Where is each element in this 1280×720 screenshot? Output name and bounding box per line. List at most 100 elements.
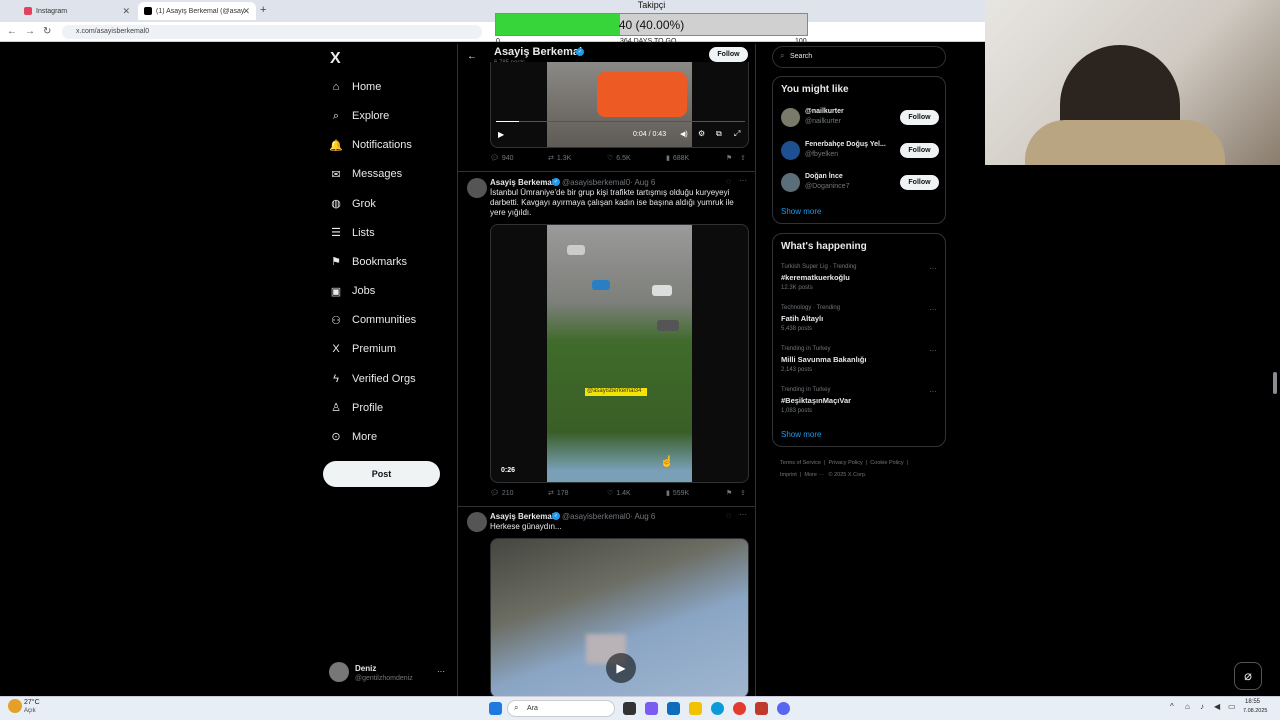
suggestion-row[interactable]: Fenerbahçe Doğuş Yel... @fbyelken Follow [781,140,939,162]
grok-float-button[interactable]: ⌀ [1234,662,1262,690]
more-icon[interactable]: ··· [929,387,937,396]
forward-icon[interactable]: → [25,26,35,37]
back-icon[interactable]: ← [7,26,17,37]
copilot-icon[interactable] [645,702,658,715]
tray-chevron-icon[interactable]: ^ [1170,702,1174,711]
reply-button[interactable]: 💬︎ 940 [490,154,514,163]
footer-link[interactable]: Cookie Policy [870,460,903,466]
back-arrow-icon[interactable]: ← [467,51,477,62]
trend-item[interactable]: Trending in Turkey #BeşiktaşınMaçıVar 1,08… [781,387,941,421]
outlook-icon[interactable] [667,702,680,715]
tab-x[interactable]: (1) Asayiş Berkemal (@asayisbe ✕ [138,2,256,20]
views-button[interactable]: ▮ 688K [666,154,689,163]
nav-item-messages[interactable]: ✉ Messages [329,163,402,185]
video-player[interactable]: ▶ 0:04 / 0:43 ◀) ⚙ ⧉ ⤢ [490,62,749,148]
mic-icon[interactable]: ♪ [1200,702,1204,711]
more-icon[interactable]: ··· [437,667,445,676]
nav-item-home[interactable]: ⌂ Home [329,76,382,98]
nav-item-premium[interactable]: X Premium [329,338,396,360]
network-icon[interactable]: ⌂ [1185,702,1190,711]
app-icon[interactable] [755,702,768,715]
task-view-icon[interactable] [623,702,636,715]
nav-item-lists[interactable]: ☰ Lists [329,222,375,244]
scrollbar-thumb[interactable] [1273,372,1277,394]
follow-button[interactable]: Follow [900,143,939,158]
play-icon[interactable]: ▶ [498,130,504,139]
trend-item[interactable]: Technology · Trending Fatih Altaylı 5,438 … [781,305,941,339]
video-player[interactable]: ▶ [490,538,749,696]
bookmark-icon[interactable]: ⚑ [726,154,732,162]
show-more-link[interactable]: Show more [781,430,821,439]
like-button[interactable]: ♡ 1.4K [607,489,631,498]
battery-icon[interactable]: ▭ [1228,702,1236,711]
tweet-date[interactable]: · Aug 6 [630,512,655,521]
chrome-icon[interactable] [733,702,746,715]
clock-time[interactable]: 18:55 [1245,699,1260,705]
reload-icon[interactable]: ↻ [43,26,51,37]
share-icon[interactable]: ⇪ [740,489,746,497]
grok-icon[interactable]: ◌ [726,177,731,186]
nav-item-more[interactable]: ⊙ More [329,426,377,448]
search-input[interactable]: ⌕ Search [772,46,946,68]
nav-item-grok[interactable]: ◍ Grok [329,193,376,215]
share-icon[interactable]: ⇪ [740,154,746,162]
more-icon[interactable]: ··· [929,264,937,273]
close-icon[interactable]: ✕ [242,6,250,17]
video-progress-track[interactable] [496,121,745,122]
tab-instagram[interactable]: Instagram ✕ [18,2,136,20]
avatar[interactable] [467,178,487,198]
nav-item-bookmarks[interactable]: ⚑ Bookmarks [329,251,407,273]
repost-button[interactable]: ⇄ 1.3K [548,154,571,163]
close-icon[interactable]: ✕ [122,6,130,17]
account-switcher[interactable]: Deniz @gentilzhomdeniz ··· [329,662,449,690]
follow-button[interactable]: Follow [900,175,939,190]
follow-button[interactable]: Follow [900,110,939,125]
nav-item-profile[interactable]: ♙ Profile [329,397,383,419]
grok-icon[interactable]: ◌ [726,511,731,520]
post-button[interactable]: Post [323,461,440,487]
x-logo-icon[interactable]: X [330,50,341,68]
windows-start-icon[interactable] [489,702,502,715]
edge-icon[interactable] [711,702,724,715]
more-icon[interactable]: ··· [929,305,937,314]
tweet-date[interactable]: · Aug 6 [630,178,655,187]
tweet-author-name[interactable]: Asayiş Berkemal [490,178,554,187]
reply-button[interactable]: 💬︎ 210 [490,489,514,498]
show-more-link[interactable]: Show more [781,207,821,216]
video-player[interactable]: @asayisberkemal34 0:26 ☝ [490,224,749,483]
follow-button[interactable]: Follow [709,47,748,62]
play-icon[interactable]: ▶ [606,653,636,683]
nav-item-notifications[interactable]: 🔔 Notifications [329,134,412,156]
url-field[interactable]: x.com/asayisberkemal0 [62,25,482,39]
tweet-author-handle[interactable]: @asayisberkemal0 [562,178,630,187]
avatar[interactable] [467,512,487,532]
suggestion-row[interactable]: @nailkurter @nailkurter Follow [781,107,939,129]
new-tab-button[interactable]: + [260,4,266,16]
taskbar-search[interactable]: ⌕ Ara [507,700,615,717]
nav-item-verified-orgs[interactable]: ϟ Verified Orgs [329,368,416,390]
nav-item-explore[interactable]: ⌕ Explore [329,105,389,127]
volume-icon[interactable]: ◀ [1214,702,1220,711]
suggestion-row[interactable]: Doğan İnce @Doganince7 Follow [781,172,939,194]
footer-link[interactable]: Terms of Service [780,460,821,466]
more-icon[interactable]: ··· [739,510,747,519]
nav-item-communities[interactable]: ⚇ Communities [329,309,416,331]
pip-icon[interactable]: ⧉ [716,129,722,139]
nav-item-jobs[interactable]: ▣ Jobs [329,280,375,302]
views-button[interactable]: ▮ 559K [666,489,689,498]
weather-temp[interactable]: 27°C [24,699,40,706]
tweet-author-handle[interactable]: @asayisberkemal0 [562,512,630,521]
footer-link[interactable]: Imprint [780,472,797,478]
trend-item[interactable]: Turkish Super Lig · Trending #kerematkuer… [781,264,941,298]
footer-link[interactable]: Privacy Policy [829,460,863,466]
settings-icon[interactable]: ⚙ [698,129,705,138]
repost-button[interactable]: ⇄ 178 [548,489,569,498]
file-explorer-icon[interactable] [689,702,702,715]
more-icon[interactable]: ··· [929,346,937,355]
trend-item[interactable]: Trending in Turkey Milli Savunma Bakanlığ… [781,346,941,380]
tweet-author-name[interactable]: Asayiş Berkemal [490,512,554,521]
volume-icon[interactable]: ◀) [680,130,688,138]
fullscreen-icon[interactable]: ⤢ [734,129,740,139]
bookmark-icon[interactable]: ⚑ [726,489,732,497]
discord-icon[interactable] [777,702,790,715]
